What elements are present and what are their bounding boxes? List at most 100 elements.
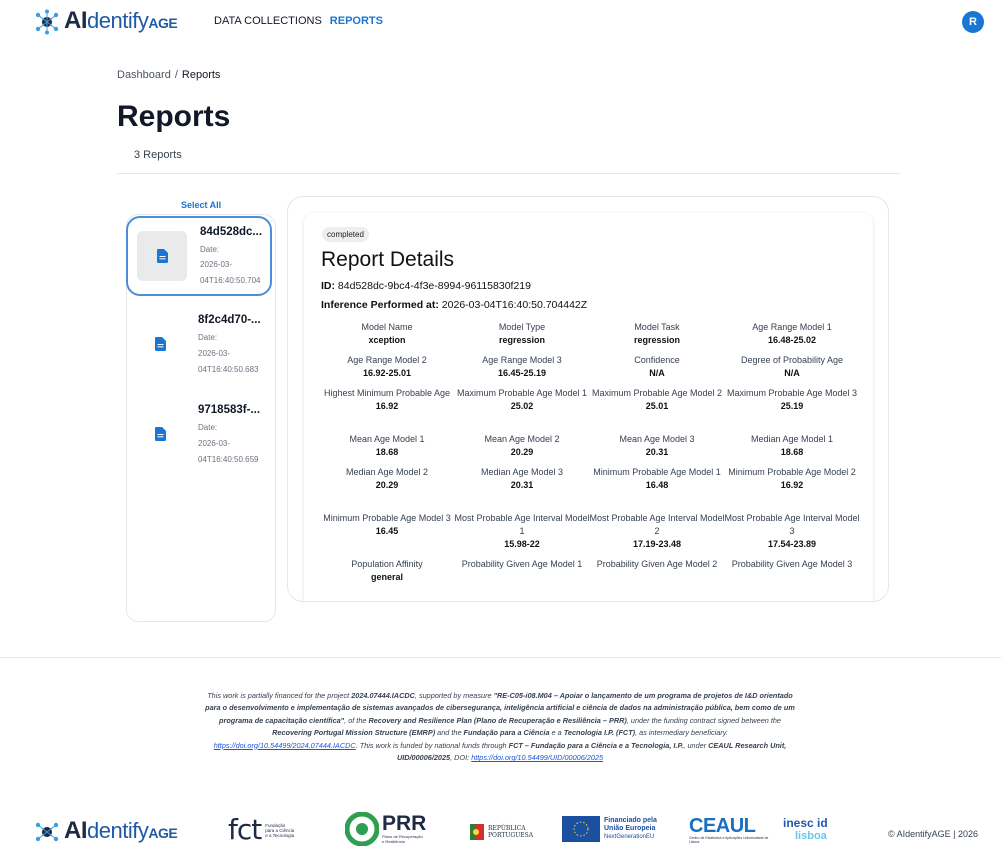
- nav-reports[interactable]: REPORTS: [330, 15, 383, 27]
- detail-field: Age Range Model 2 16.92-25.01: [319, 354, 455, 380]
- detail-field-label: Degree of Probability Age: [740, 355, 844, 365]
- detail-field-value: 16.48: [645, 480, 669, 490]
- detail-field: Median Age Model 1 18.68: [724, 433, 860, 459]
- nav-data-collections[interactable]: DATA COLLECTIONS: [214, 15, 322, 27]
- select-all-button[interactable]: Select All: [181, 200, 221, 210]
- detail-field-label: Median Age Model 2: [345, 467, 429, 477]
- footer-divider: [0, 657, 1001, 658]
- flag-icon: [470, 824, 484, 840]
- detail-field-value: regression: [498, 335, 546, 345]
- report-date-label: Date:: [198, 333, 218, 342]
- detail-field-label: Probability Given Age Model 3: [731, 559, 853, 569]
- detail-field-label: Median Age Model 1: [750, 434, 834, 444]
- report-list-item[interactable]: 84d528dc... Date: 2026-03- 04T16:40:50.7…: [126, 216, 272, 296]
- detail-field-label: Mean Age Model 1: [349, 434, 425, 444]
- detail-field: Highest Minimum Probable Age 16.92: [319, 387, 455, 413]
- detail-field-label: Mean Age Model 3: [619, 434, 695, 444]
- detail-field-value: 25.01: [645, 401, 669, 411]
- report-thumbnail: [135, 319, 185, 369]
- detail-field-value: 17.54-23.89: [767, 539, 817, 549]
- detail-field-label: Median Age Model 3: [480, 467, 564, 477]
- report-date-value: 04T16:40:50.659: [198, 455, 259, 464]
- detail-field: Minimum Probable Age Model 1 16.48: [589, 466, 725, 492]
- user-avatar[interactable]: R: [962, 11, 984, 33]
- detail-field-value: 16.92-25.01: [362, 368, 412, 378]
- detail-field-value: 25.19: [780, 401, 804, 411]
- doi-link-ceaul[interactable]: https://doi.org/10.54499/UID/00006/2025: [471, 753, 603, 762]
- report-date-label: Date:: [198, 423, 218, 432]
- detail-field-value: 16.92: [780, 480, 804, 490]
- report-date-value: 04T16:40:50.683: [198, 365, 259, 374]
- detail-field-label: Confidence: [634, 355, 680, 365]
- report-date-value: 2026-03-: [198, 349, 231, 358]
- detail-field-value: xception: [368, 335, 406, 345]
- detail-field-value: general: [370, 572, 403, 582]
- report-list-item[interactable]: 9718583f-... Date: 2026-03- 04T16:40:50.…: [126, 396, 272, 476]
- detail-field: Probability Given Age Model 3: [724, 558, 860, 571]
- report-list-item[interactable]: 8f2c4d70-... Date: 2026-03- 04T16:40:50.…: [126, 306, 272, 386]
- report-thumbnail: [135, 409, 185, 459]
- breadcrumb-dashboard[interactable]: Dashboard: [117, 69, 171, 81]
- logo-icon: [35, 822, 59, 842]
- eu-funding-logo: Financiado pela União Europeia NextGenerat…: [562, 816, 657, 842]
- detail-field-label: Most Probable Age Interval Model 1: [454, 513, 590, 536]
- detail-field: Model Task regression: [589, 321, 725, 347]
- detail-field: Minimum Probable Age Model 2 16.92: [724, 466, 860, 492]
- detail-field-label: Maximum Probable Age Model 3: [726, 388, 858, 398]
- detail-field: Age Range Model 1 16.48-25.02: [724, 321, 860, 347]
- detail-field-label: Model Task: [634, 322, 680, 332]
- detail-field-label: Highest Minimum Probable Age: [323, 388, 451, 398]
- detail-field-value: 16.48-25.02: [767, 335, 817, 345]
- detail-field-label: Probability Given Age Model 1: [461, 559, 583, 569]
- detail-field-label: Age Range Model 3: [482, 355, 562, 365]
- detail-field-value: N/A: [784, 368, 800, 378]
- report-title: 8f2c4d70-...: [198, 314, 261, 326]
- divider: [117, 173, 900, 174]
- breadcrumb-separator: /: [174, 69, 178, 81]
- report-id-value: 84d528dc-9bc4-4f3e-8994-96115830f219: [337, 280, 531, 292]
- detail-field: Maximum Probable Age Model 3 25.19: [724, 387, 860, 413]
- detail-field-value: regression: [633, 335, 681, 345]
- document-icon: [154, 427, 166, 441]
- detail-field: Most Probable Age Interval Model 2 17.19-…: [589, 512, 725, 551]
- detail-field-value: 15.98-22: [504, 539, 540, 549]
- detail-field: Maximum Probable Age Model 1 25.02: [454, 387, 590, 413]
- detail-field-label: Minimum Probable Age Model 2: [728, 467, 856, 477]
- detail-field-label: Mean Age Model 2: [484, 434, 560, 444]
- detail-field-label: Age Range Model 2: [347, 355, 427, 365]
- detail-field-label: Maximum Probable Age Model 1: [456, 388, 588, 398]
- detail-field-label: Model Type: [498, 322, 546, 332]
- detail-field-value: 16.45: [375, 526, 399, 536]
- detail-field-label: Most Probable Age Interval Model 2: [589, 513, 725, 536]
- inference-time-value: 2026-03-04T16:40:50.704442Z: [441, 299, 588, 311]
- detail-field-value: 20.31: [645, 447, 669, 457]
- detail-field-value: 25.02: [510, 401, 534, 411]
- aidentifyage-logo[interactable]: AIdentifyAGE: [34, 8, 178, 36]
- detail-field: Most Probable Age Interval Model 3 17.54-…: [724, 512, 860, 551]
- prr-icon: [345, 812, 379, 846]
- partner-logos: AIdentifyAGE fct Fundação para a Ciência e…: [0, 812, 1001, 852]
- detail-field: Population Affinity general: [319, 558, 455, 584]
- republica-portuguesa-logo: REPÚBLICA PORTUGUESA: [470, 824, 533, 840]
- funding-statement: This work is partially financed for the …: [205, 691, 795, 763]
- detail-field: Degree of Probability Age N/A: [724, 354, 860, 380]
- report-title: 84d528dc...: [200, 226, 263, 238]
- report-thumbnail: [137, 231, 187, 281]
- detail-field: Probability Given Age Model 2: [589, 558, 725, 571]
- detail-field-label: Most Probable Age Interval Model 3: [724, 513, 860, 536]
- detail-field: Probability Given Age Model 1: [454, 558, 590, 571]
- breadcrumb-current: Reports: [181, 69, 221, 81]
- detail-field: Mean Age Model 2 20.29: [454, 433, 590, 459]
- main-nav: DATA COLLECTIONS REPORTS: [214, 15, 383, 27]
- detail-field: Maximum Probable Age Model 2 25.01: [589, 387, 725, 413]
- detail-field: Model Name xception: [319, 321, 455, 347]
- detail-field: Most Probable Age Interval Model 1 15.98-…: [454, 512, 590, 551]
- doi-link-project[interactable]: https://doi.org/10.54499/2024.07444.IACD…: [214, 741, 356, 750]
- details-title: Report Details: [321, 248, 455, 271]
- status-badge: completed: [322, 227, 369, 242]
- footer-aidentifyage-logo: AIdentifyAGE: [34, 818, 178, 846]
- inesc-id-logo: inesc id lisboa: [783, 816, 828, 842]
- report-details-panel[interactable]: completed Report Details ID: 84d528dc-9b…: [287, 196, 889, 602]
- copyright: © AIdentifyAGE | 2026: [888, 829, 979, 839]
- eu-flag-icon: [562, 816, 600, 842]
